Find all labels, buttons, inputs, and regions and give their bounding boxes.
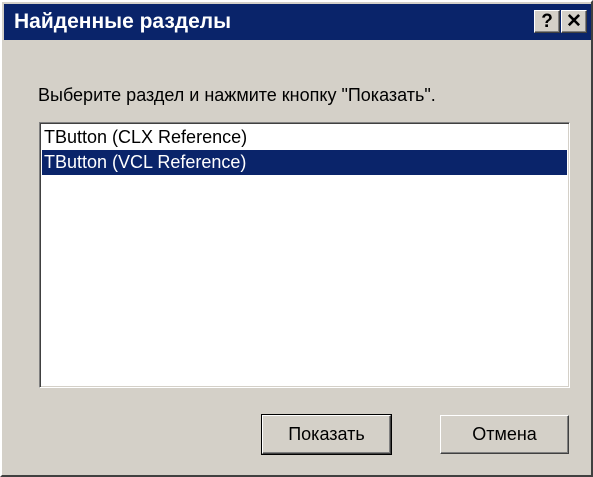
cancel-button-label: Отмена [472,424,537,444]
show-button-label: Показать [288,424,365,444]
help-icon: ? [541,10,553,32]
list-item-clx-reference[interactable]: TButton (CLX Reference) [42,125,567,150]
instruction-text: Выберите раздел и нажмите кнопку "Показа… [38,85,436,105]
close-button[interactable]: ✕ [561,10,587,33]
window-title: Найденные разделы [14,10,232,33]
help-button[interactable]: ? [534,10,560,33]
topics-listbox[interactable]: TButton (CLX Reference) TButton (VCL Ref… [39,122,570,388]
show-button[interactable]: Показать [261,414,392,455]
list-item-vcl-reference[interactable]: TButton (VCL Reference) [42,150,567,175]
cancel-button[interactable]: Отмена [440,415,569,454]
close-icon: ✕ [566,10,582,32]
title-bar[interactable]: Найденные разделы ? ✕ [4,4,591,40]
search-results-dialog: Найденные разделы ? ✕ Выберите раздел и … [0,0,593,477]
